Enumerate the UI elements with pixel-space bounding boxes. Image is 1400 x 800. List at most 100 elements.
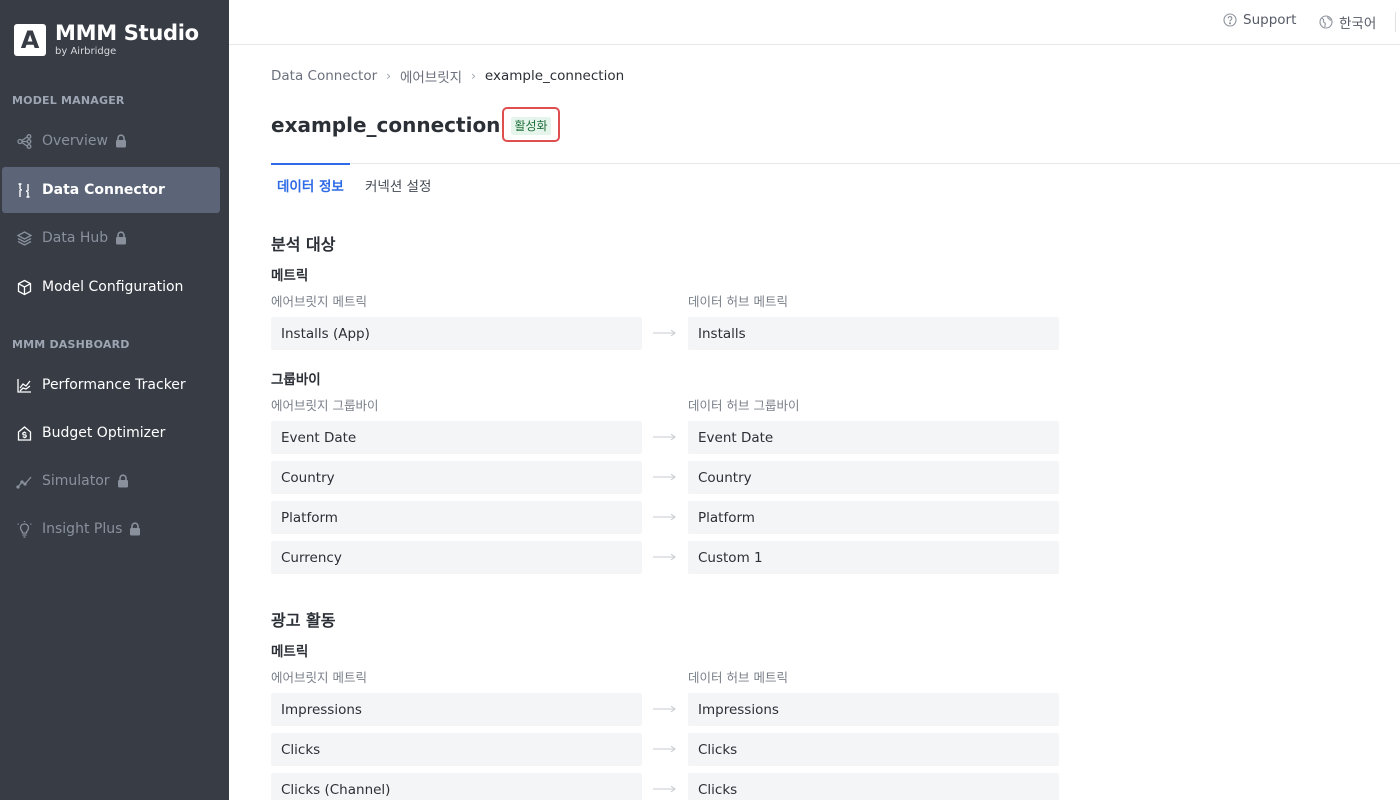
subsection-title-metrics: 메트릭 (271, 644, 309, 660)
source-field: Impressions (271, 693, 642, 726)
arrow-right-icon (653, 705, 676, 713)
arrow-right-icon (653, 745, 676, 753)
mapping-row: Event Date Event Date (271, 421, 1061, 454)
brand-logo[interactable]: A MMM Studio by Airbridge (14, 22, 199, 57)
column-header-source-groupby: 에어브릿지 그룹바이 (271, 398, 379, 413)
mapping-row: Clicks Clicks (271, 733, 1061, 766)
sidebar-item-overview[interactable]: Overview (2, 118, 220, 164)
house-dollar-icon (15, 424, 33, 442)
column-header-target-groupby: 데이터 허브 그룹바이 (688, 398, 800, 413)
source-field: Country (271, 461, 642, 494)
sidebar-item-simulator[interactable]: Simulator (2, 458, 220, 504)
lock-icon (129, 522, 141, 536)
tab-data-info[interactable]: 데이터 정보 (277, 175, 344, 195)
trend-icon (15, 472, 33, 490)
column-header-source-metric: 에어브릿지 메트릭 (271, 294, 367, 309)
sidebar-item-label: Model Configuration (42, 279, 184, 295)
brand-subtitle: by Airbridge (55, 46, 117, 57)
lock-icon (115, 231, 127, 245)
mapping-row: Installs (App) Installs (271, 317, 1061, 350)
globe-icon (1319, 15, 1333, 29)
sidebar-item-label: Performance Tracker (42, 377, 186, 393)
language-label: 한국어 (1339, 16, 1377, 32)
help-circle-icon (1223, 13, 1237, 27)
main-content: Data Connector › 에어브릿지 › example_connect… (229, 45, 1400, 800)
sidebar-item-data-connector[interactable]: Data Connector (2, 167, 220, 213)
lock-icon (117, 474, 129, 488)
column-header-target-metric: 데이터 허브 메트릭 (688, 670, 788, 685)
breadcrumb-airbridge[interactable]: 에어브릿지 (400, 66, 462, 86)
lock-icon (115, 134, 127, 148)
sidebar-item-performance-tracker[interactable]: Performance Tracker (2, 362, 220, 408)
target-field: Event Date (688, 421, 1059, 454)
support-label: Support (1243, 12, 1297, 28)
flow-icon (15, 132, 33, 150)
status-badge-highlight: 활성화 (502, 107, 560, 142)
sidebar-item-data-hub[interactable]: Data Hub (2, 215, 220, 261)
breadcrumb-data-connector[interactable]: Data Connector (271, 68, 377, 84)
column-header-target-metric: 데이터 허브 메트릭 (688, 294, 788, 309)
brand-title: MMM Studio (55, 21, 199, 45)
source-field: Platform (271, 501, 642, 534)
mapping-row: Impressions Impressions (271, 693, 1061, 726)
mapping-row: Platform Platform (271, 501, 1061, 534)
bulb-icon (15, 520, 33, 538)
tab-active-indicator (271, 163, 350, 165)
mapping-row: Country Country (271, 461, 1061, 494)
support-link[interactable]: Support (1223, 12, 1296, 28)
sidebar-item-label: Data Connector (42, 182, 165, 198)
title-row: example_connection 활성화 (271, 107, 560, 142)
arrow-right-icon (653, 433, 676, 441)
source-field: Clicks (Channel) (271, 773, 642, 800)
tabs-divider (271, 163, 1400, 164)
sidebar-item-label: Budget Optimizer (42, 425, 166, 441)
mapping-row: Currency Custom 1 (271, 541, 1061, 574)
target-field: Clicks (688, 733, 1059, 766)
sidebar-item-label: Insight Plus (42, 521, 123, 537)
sidebar-item-insight-plus[interactable]: Insight Plus (2, 506, 220, 552)
source-field: Clicks (271, 733, 642, 766)
connector-icon (15, 181, 33, 199)
tab-connection-settings[interactable]: 커넥션 설정 (365, 175, 431, 195)
topbar-divider (1395, 12, 1396, 32)
section-label-model-manager: MODEL MANAGER (12, 94, 125, 107)
mapping-row: Clicks (Channel) Clicks (271, 773, 1061, 800)
cube-icon (15, 278, 33, 296)
chart-icon (15, 376, 33, 394)
column-header-source-metric: 에어브릿지 메트릭 (271, 670, 367, 685)
airbridge-logo-icon: A (14, 23, 46, 56)
language-selector[interactable]: 한국어 (1319, 12, 1376, 32)
breadcrumb: Data Connector › 에어브릿지 › example_connect… (271, 66, 624, 86)
section-title-ad-activity: 광고 활동 (271, 611, 336, 630)
source-field: Installs (App) (271, 317, 642, 350)
arrow-right-icon (653, 553, 676, 561)
target-field: Platform (688, 501, 1059, 534)
target-field: Country (688, 461, 1059, 494)
sidebar-item-label: Data Hub (42, 230, 109, 246)
sidebar-item-label: Overview (42, 133, 108, 149)
breadcrumb-current: example_connection (484, 68, 625, 84)
sidebar-item-label: Simulator (42, 473, 110, 489)
target-field: Custom 1 (688, 541, 1059, 574)
subsection-title-groupby: 그룹바이 (271, 372, 321, 388)
arrow-right-icon (653, 329, 676, 337)
section-label-mmm-dashboard: MMM DASHBOARD (12, 338, 130, 351)
arrow-right-icon (653, 513, 676, 521)
sidebar-item-model-configuration[interactable]: Model Configuration (2, 264, 220, 310)
chevron-right-icon: › (471, 69, 476, 83)
sidebar-item-budget-optimizer[interactable]: Budget Optimizer (2, 410, 220, 456)
target-field: Impressions (688, 693, 1059, 726)
sidebar: A MMM Studio by Airbridge MODEL MANAGER … (0, 0, 229, 800)
source-field: Event Date (271, 421, 642, 454)
arrow-right-icon (653, 473, 676, 481)
page-title: example_connection (271, 112, 501, 137)
status-badge: 활성화 (511, 117, 551, 135)
subsection-title-metrics: 메트릭 (271, 268, 309, 284)
arrow-right-icon (653, 785, 676, 793)
layers-icon (15, 229, 33, 247)
target-field: Clicks (688, 773, 1059, 800)
top-bar: Support 한국어 (229, 0, 1400, 45)
chevron-right-icon: › (386, 69, 391, 83)
target-field: Installs (688, 317, 1059, 350)
source-field: Currency (271, 541, 642, 574)
